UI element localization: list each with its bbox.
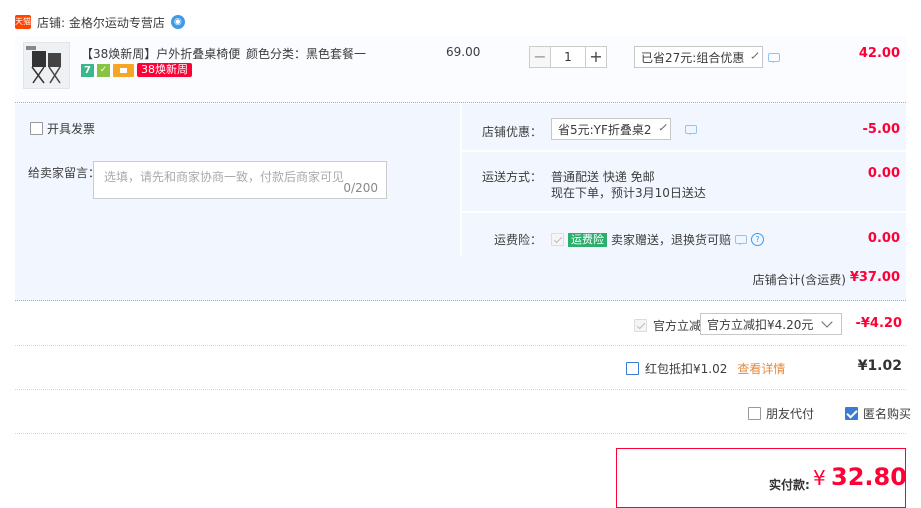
product-title-link[interactable]: 【38焕新周】户外折叠桌椅便...: [81, 45, 241, 62]
friend-pay-checkbox[interactable]: [748, 407, 761, 420]
divider: [15, 345, 906, 347]
sku-info: 颜色分类：黑色套餐一: [246, 47, 367, 61]
quantity-stepper: − 1 +: [529, 46, 607, 68]
shop-header: 天猫 店铺: 金格尔运动专营店 ◉: [15, 10, 185, 34]
order-right-panel: 店铺优惠： 省5元:YF折叠桌2 -5.00 运送方式： 普通配送 快递 免邮 …: [462, 104, 906, 256]
quantity-input[interactable]: 1: [551, 46, 585, 68]
shipping-label: 运送方式：: [482, 170, 543, 184]
item-promo-select[interactable]: 已省27元:组合优惠: [634, 46, 763, 68]
shipping-value: 0.00: [867, 166, 900, 181]
invoice-checkbox[interactable]: [30, 122, 43, 135]
insurance-tag: 运费险: [568, 232, 607, 247]
insurance-value: 0.00: [867, 231, 900, 246]
order-left-panel: 开具发票 给卖家留言： 选填，请先和商家协商一致，付款后商家可见 0/200: [15, 104, 460, 256]
official-discount-label: 官方立减: [653, 319, 702, 333]
product-tags: 7 ✓ 38焕新周: [81, 63, 192, 77]
shipping-eta: 现在下单，预计3月10日送达: [551, 186, 706, 200]
shop-total-value: ¥37.00: [849, 270, 900, 285]
friend-pay-option[interactable]: 朋友代付: [748, 405, 814, 422]
divider: [15, 389, 906, 391]
red-packet-checkbox[interactable]: [626, 362, 639, 375]
tmall-badge-icon: 天猫: [15, 15, 31, 29]
anonymous-label: 匿名购买: [863, 407, 912, 421]
seven-day-return-icon: 7: [81, 63, 94, 77]
message-textarea[interactable]: 选填，请先和商家协商一致，付款后商家可见 0/200: [93, 161, 387, 199]
insurance-checkbox: [551, 233, 564, 246]
red-packet-option[interactable]: 红包抵扣¥1.02 查看详情: [626, 360, 785, 377]
shop-coupon-select[interactable]: 省5元:YF折叠桌2: [551, 118, 671, 140]
divider: [462, 150, 906, 152]
comment-icon[interactable]: [685, 125, 697, 135]
unit-price: 69.00: [446, 45, 481, 59]
shop-coupon-select-label: 省5元:YF折叠桌2: [558, 122, 652, 137]
final-amount: 32.80: [831, 463, 907, 491]
red-packet-label: 红包抵扣¥1.02: [645, 362, 728, 376]
invoice-label: 开具发票: [47, 122, 96, 136]
credit-card-icon: [113, 63, 134, 77]
invoice-option[interactable]: 开具发票: [30, 120, 95, 137]
help-icon[interactable]: ?: [751, 233, 765, 246]
shop-total-label: 店铺合计(含运费): [752, 273, 846, 287]
divider: [462, 211, 906, 213]
official-discount-select[interactable]: 官方立减扣¥4.20元: [700, 313, 842, 335]
message-char-count: 0/200: [343, 181, 378, 195]
promo-tag: 38焕新周: [137, 63, 192, 77]
folding-chair-icon: [26, 46, 61, 84]
chevron-down-icon: [659, 123, 667, 131]
message-label: 给卖家留言：: [28, 166, 101, 180]
comment-icon[interactable]: [735, 235, 748, 245]
red-packet-details-link[interactable]: 查看详情: [737, 360, 785, 377]
shop-name-link[interactable]: 店铺: 金格尔运动专营店: [37, 14, 165, 31]
shop-coupon-value: -5.00: [862, 122, 900, 137]
item-subtotal: 42.00: [858, 46, 900, 61]
chat-icon[interactable]: ◉: [170, 15, 185, 29]
red-packet-value: ¥1.02: [857, 358, 902, 374]
chevron-down-icon: [751, 51, 759, 59]
official-discount-select-label: 官方立减扣¥4.20元: [707, 317, 814, 332]
message-placeholder: 选填，请先和商家协商一致，付款后商家可见: [104, 170, 345, 184]
official-discount-option: 官方立减: [634, 317, 701, 334]
final-label: 实付款:: [769, 478, 810, 492]
official-discount-checkbox: [634, 319, 647, 332]
insurance-label: 运费险：: [494, 233, 543, 247]
increase-button[interactable]: +: [585, 46, 607, 68]
official-discount-value: -¥4.20: [855, 316, 902, 331]
chevron-down-icon: [821, 316, 834, 328]
divider: [15, 433, 906, 435]
cart-item: 【38焕新周】户外折叠桌椅便... 7 ✓ 38焕新周 颜色分类：黑色套餐一 6…: [15, 36, 906, 103]
insurance-option: 运费险 卖家赠送，退换货可赔 ?: [551, 231, 765, 248]
insurance-text: 卖家赠送，退换货可赔: [611, 233, 732, 247]
friend-pay-label: 朋友代付: [766, 407, 815, 421]
decrease-button[interactable]: −: [529, 46, 551, 68]
anonymous-option[interactable]: 匿名购买: [845, 405, 911, 422]
final-payment-box: 实付款: ¥ 32.80: [616, 448, 907, 508]
final-currency: ¥: [813, 466, 826, 490]
order-info: 开具发票 给卖家留言： 选填，请先和商家协商一致，付款后商家可见 0/200 店…: [15, 104, 906, 301]
shop-coupon-label: 店铺优惠：: [482, 125, 543, 139]
item-promo-select-label: 已省27元:组合优惠: [641, 50, 745, 65]
shop-total-row: 店铺合计(含运费) ¥37.00: [15, 256, 906, 300]
shipping-method: 普通配送 快递 免邮: [551, 170, 655, 184]
comment-icon[interactable]: [768, 53, 780, 63]
guarantee-icon: ✓: [97, 63, 110, 77]
anonymous-checkbox[interactable]: [845, 407, 858, 420]
product-thumbnail[interactable]: [23, 42, 70, 89]
